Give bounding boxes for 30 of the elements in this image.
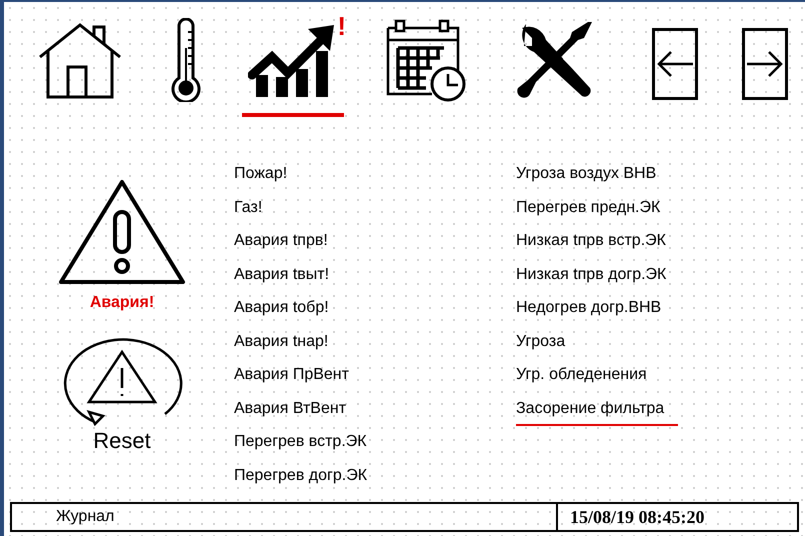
alarm-item[interactable]: Низкая tпрв встр.ЭК: [516, 229, 666, 262]
alarm-item[interactable]: Недогрев догр.ВНВ: [516, 296, 662, 330]
house-icon: [36, 21, 124, 99]
alarm-item[interactable]: Засорение фильтра: [516, 396, 678, 426]
alarm-item[interactable]: Авария tвыт!: [234, 262, 330, 296]
alarm-item[interactable]: Низкая tпрв догр.ЭК: [516, 262, 666, 296]
alarm-item[interactable]: Авария tпрв!: [234, 229, 328, 262]
reset-button[interactable]: Reset: [59, 332, 185, 454]
alarm-item[interactable]: Угр. обледенения: [516, 363, 647, 396]
alarm-item[interactable]: Угроза воздух ВНВ: [516, 162, 656, 196]
nav-tab[interactable]: !: [242, 11, 344, 117]
alarm-item[interactable]: Перегрев предн.ЭК: [516, 196, 660, 229]
left-arrow-icon: [655, 49, 695, 79]
alarm-item[interactable]: Угроза: [516, 330, 566, 363]
alarm-item[interactable]: Перегрев встр.ЭК: [234, 430, 367, 464]
alert-label: !: [337, 13, 346, 39]
alarm-item[interactable]: Пожар!: [234, 162, 288, 196]
alarm-item[interactable]: Авария ПрВент: [234, 363, 349, 396]
alarm-item[interactable]: Авария tобр!: [234, 296, 329, 330]
forward-button[interactable]: [742, 28, 788, 100]
alarm-label: Авария!: [90, 294, 154, 312]
back-button[interactable]: [652, 28, 698, 100]
alarm-item[interactable]: Авария tнар!: [234, 330, 328, 363]
alarm-item[interactable]: Авария ВтВент: [234, 396, 346, 430]
alarm-item[interactable]: Газ!: [234, 196, 262, 229]
journal-link[interactable]: Журнал: [12, 504, 558, 530]
alarm-item[interactable]: Перегрев догр.ЭК: [234, 464, 368, 497]
warning-icon: [57, 178, 187, 286]
right-arrow-icon: [745, 49, 785, 79]
date-time: 15/08/19 08:45:20: [569, 506, 704, 529]
